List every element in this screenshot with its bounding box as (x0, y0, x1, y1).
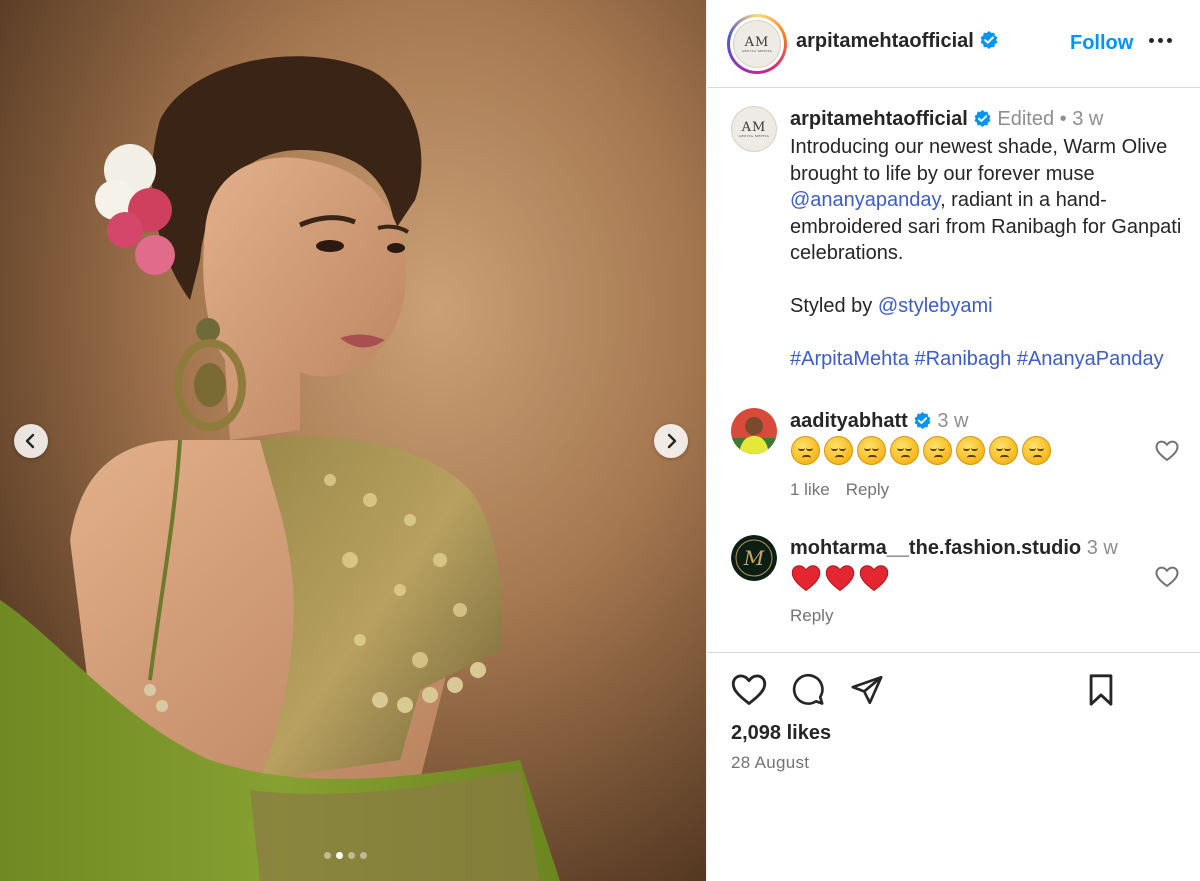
avatar (731, 408, 777, 454)
chevron-right-icon (667, 433, 677, 449)
comments-section[interactable]: AM ARPITA MEHTA arpitamehtaofficial Edit… (707, 88, 1200, 651)
carousel-dot (348, 852, 355, 859)
caption-text: Introducing our newest shade, Warm Olive… (790, 134, 1190, 373)
pensive-face-emoji (1022, 436, 1051, 465)
hashtag-link[interactable]: #ArpitaMehta (790, 348, 909, 370)
comment-time[interactable]: 3 w (1087, 537, 1118, 559)
comment-meta: 1 like Reply (790, 480, 889, 500)
red-heart-emoji (791, 565, 821, 592)
bookmark-icon[interactable] (1085, 673, 1117, 707)
comment-header: aadityabhatt 3 w (790, 410, 969, 433)
comment-like-count[interactable]: 1 like (790, 480, 830, 500)
post-header: AM ARPITA MEHTA arpitamehtaofficial Foll… (707, 0, 1200, 88)
comment-icon[interactable] (791, 673, 825, 707)
pensive-face-emoji (890, 436, 919, 465)
avatar: M (731, 535, 777, 581)
caption-text-part: Introducing our newest shade, Warm Olive… (790, 136, 1168, 185)
commenter-avatar[interactable] (731, 408, 777, 454)
comment-meta: Reply (790, 606, 833, 626)
edited-label: Edited (997, 108, 1055, 130)
post-date[interactable]: 28 August (731, 753, 809, 773)
comment-time[interactable]: 3 w (937, 410, 968, 432)
hashtag-link[interactable]: #AnanyaPanday (1017, 348, 1164, 370)
red-heart-emoji (825, 565, 855, 592)
verified-badge-icon (914, 411, 931, 430)
chevron-left-icon (25, 433, 35, 449)
header-username[interactable]: arpitamehtaofficial (796, 30, 999, 53)
heart-icon[interactable] (1155, 566, 1179, 588)
post-photo (0, 0, 706, 881)
post-media[interactable] (0, 0, 706, 881)
logo-monogram: AM (741, 119, 767, 135)
carousel-dot (360, 852, 367, 859)
comment-username[interactable]: mohtarma__the.fashion.studio (790, 537, 1081, 559)
caption-avatar[interactable]: AM ARPITA MEHTA (731, 106, 777, 152)
heart-icon[interactable] (731, 673, 767, 707)
comment-text (791, 564, 889, 592)
logo-subtext: ARPITA MEHTA (741, 48, 773, 53)
carousel-dots (324, 852, 367, 859)
pensive-face-emoji (923, 436, 952, 465)
header-username-text[interactable]: arpitamehtaofficial (796, 30, 974, 52)
avatar-wrapper: AM ARPITA MEHTA (730, 17, 784, 71)
carousel-next-button[interactable] (654, 424, 688, 458)
mention-link[interactable]: @stylebyami (878, 295, 993, 317)
comment-username[interactable]: aadityabhatt (790, 410, 908, 432)
comment-text (791, 436, 1051, 465)
logo-subtext: ARPITA MEHTA (738, 133, 770, 138)
post-side-panel: AM ARPITA MEHTA arpitamehtaofficial Foll… (706, 0, 1200, 881)
likes-count[interactable]: 2,098 likes (731, 722, 831, 745)
share-icon[interactable] (850, 673, 884, 707)
post-actions: 2,098 likes 28 August (707, 652, 1200, 881)
heart-icon[interactable] (1155, 440, 1179, 462)
avatar-monogram: M (743, 546, 765, 570)
red-heart-emoji (859, 565, 889, 592)
carousel-prev-button[interactable] (14, 424, 48, 458)
mention-link[interactable]: @ananyapanday (790, 189, 940, 211)
verified-badge-icon (980, 31, 998, 49)
more-options-icon[interactable] (1149, 38, 1172, 43)
reply-button[interactable]: Reply (790, 606, 833, 626)
caption-header: arpitamehtaofficial Edited • 3 w (790, 108, 1103, 131)
styled-by-text: Styled by (790, 295, 878, 317)
caption-username[interactable]: arpitamehtaofficial (790, 108, 968, 130)
caption-time[interactable]: 3 w (1072, 108, 1103, 130)
commenter-avatar[interactable]: M (731, 535, 777, 581)
meta-separator: • (1059, 108, 1067, 130)
comment-header: mohtarma__the.fashion.studio 3 w (790, 537, 1118, 560)
reply-button[interactable]: Reply (846, 480, 889, 500)
carousel-dot (324, 852, 331, 859)
logo-monogram: AM (744, 34, 770, 50)
carousel-dot-active (336, 852, 343, 859)
pensive-face-emoji (791, 436, 820, 465)
hashtag-link[interactable]: #Ranibagh (915, 348, 1012, 370)
pensive-face-emoji (956, 436, 985, 465)
verified-badge-icon (974, 109, 991, 128)
story-ring[interactable]: AM ARPITA MEHTA (727, 14, 787, 74)
pensive-face-emoji (989, 436, 1018, 465)
pensive-face-emoji (857, 436, 886, 465)
avatar: AM ARPITA MEHTA (733, 20, 781, 68)
follow-button[interactable]: Follow (1070, 32, 1133, 55)
pensive-face-emoji (824, 436, 853, 465)
